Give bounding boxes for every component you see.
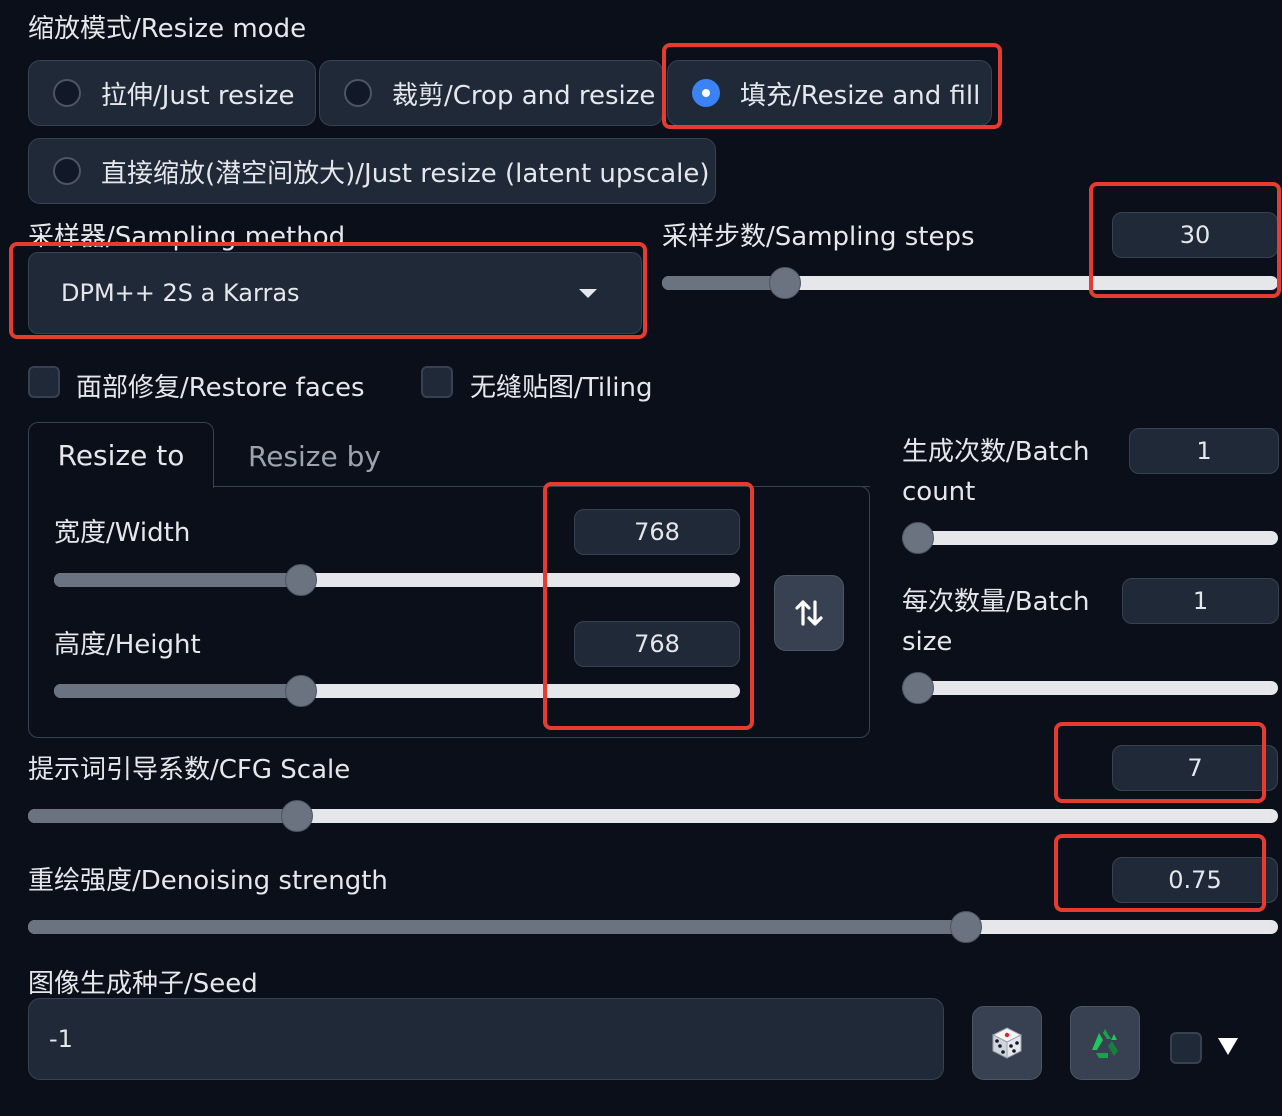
height-input[interactable]: 768: [574, 621, 740, 667]
extra-seed-checkbox[interactable]: [1170, 1032, 1202, 1064]
slider-thumb[interactable]: [284, 564, 317, 596]
radio-label: 填充/Resize and fill: [740, 80, 981, 111]
tiling-checkbox[interactable]: [421, 366, 453, 398]
radio-resize-and-fill[interactable]: 填充/Resize and fill: [667, 60, 992, 126]
reuse-seed-button[interactable]: [1070, 1006, 1140, 1080]
batch-size-input[interactable]: 1: [1122, 578, 1279, 624]
batch-size-slider[interactable]: [902, 672, 1278, 704]
slider-thumb[interactable]: [902, 522, 934, 554]
tiling-label: 无缝贴图/Tiling: [470, 373, 653, 403]
batch-count-slider[interactable]: [902, 522, 1278, 554]
sampler-label: 采样器/Sampling method: [28, 222, 346, 252]
batch-count-input[interactable]: 1: [1129, 428, 1279, 474]
sampler-dropdown[interactable]: DPM++ 2S a Karras: [28, 252, 642, 334]
radio-crop-and-resize[interactable]: 裁剪/Crop and resize: [319, 60, 663, 126]
random-seed-button[interactable]: [972, 1006, 1042, 1080]
radio-dot: [344, 79, 372, 107]
radio-latent-upscale[interactable]: 直接缩放(潜空间放大)/Just resize (latent upscale): [28, 138, 716, 204]
denoise-input[interactable]: 0.75: [1112, 857, 1278, 903]
slider-thumb[interactable]: [284, 675, 317, 707]
slider-thumb[interactable]: [902, 672, 934, 704]
radio-dot: [53, 157, 81, 185]
recycle-icon: [1092, 1029, 1118, 1058]
width-label: 宽度/Width: [54, 518, 191, 548]
restore-faces-label: 面部修复/Restore faces: [76, 373, 365, 403]
cfg-input[interactable]: 7: [1112, 745, 1278, 791]
cfg-label: 提示词引导系数/CFG Scale: [28, 755, 351, 785]
denoise-label: 重绘强度/Denoising strength: [28, 866, 388, 896]
tab-divider: [214, 486, 870, 487]
restore-faces-checkbox[interactable]: [28, 366, 60, 398]
tab-resize-by[interactable]: Resize by: [248, 440, 381, 473]
sampler-value: DPM++ 2S a Karras: [61, 279, 300, 307]
radio-label: 拉伸/Just resize: [101, 80, 295, 111]
width-input[interactable]: 768: [574, 509, 740, 555]
steps-slider[interactable]: [662, 267, 1278, 299]
height-slider[interactable]: [54, 675, 740, 707]
batch-size-label: 每次数量/Batch size: [902, 587, 1090, 657]
height-label: 高度/Height: [54, 630, 201, 660]
slider-thumb[interactable]: [769, 267, 802, 299]
cfg-slider[interactable]: [28, 800, 1278, 832]
chevron-down-icon: [579, 288, 597, 298]
seed-value: -1: [49, 1025, 73, 1053]
slider-thumb[interactable]: [280, 800, 313, 832]
denoise-slider[interactable]: [28, 911, 1278, 943]
tab-resize-to[interactable]: Resize to: [28, 422, 214, 488]
dice-icon: [991, 1027, 1023, 1059]
triangle-down-icon[interactable]: [1218, 1038, 1238, 1055]
seed-label: 图像生成种子/Seed: [28, 969, 258, 999]
radio-dot: [53, 79, 81, 107]
seed-input[interactable]: -1: [28, 998, 944, 1080]
swap-dimensions-icon: [795, 600, 823, 626]
radio-just-resize[interactable]: 拉伸/Just resize: [28, 60, 316, 126]
radio-dot-checked: [692, 79, 720, 107]
resize-mode-label: 缩放模式/Resize mode: [28, 14, 307, 44]
steps-label: 采样步数/Sampling steps: [662, 222, 975, 252]
swap-dimensions-button[interactable]: [774, 575, 844, 651]
batch-count-label: 生成次数/Batch count: [902, 437, 1090, 507]
radio-label: 直接缩放(潜空间放大)/Just resize (latent upscale): [101, 158, 710, 189]
steps-input[interactable]: 30: [1112, 212, 1278, 258]
slider-thumb[interactable]: [949, 911, 982, 943]
width-slider[interactable]: [54, 564, 740, 596]
radio-label: 裁剪/Crop and resize: [392, 80, 656, 111]
